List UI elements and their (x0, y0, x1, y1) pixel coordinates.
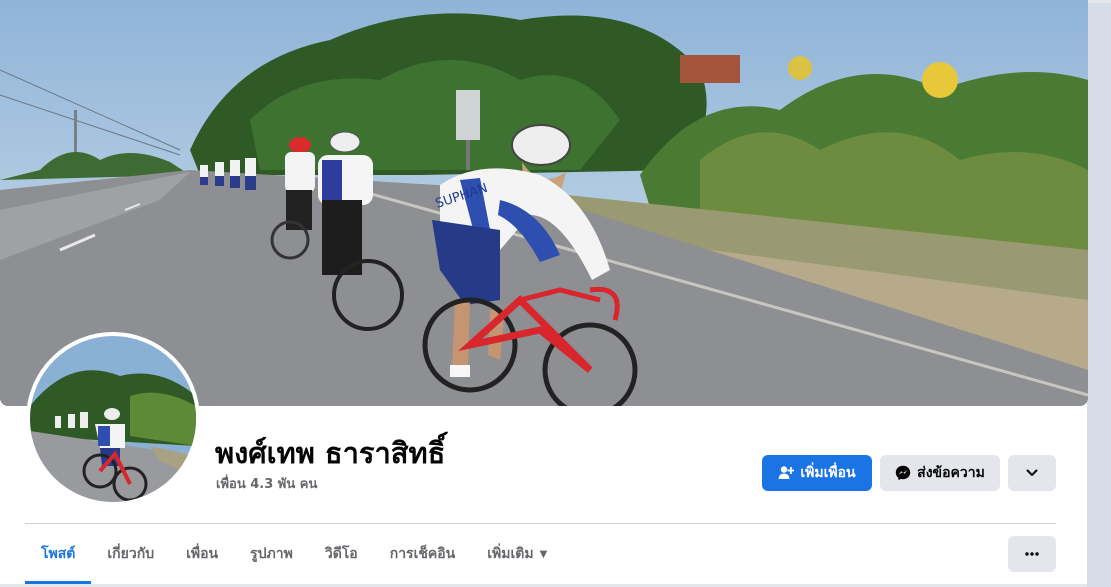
add-friend-icon (778, 466, 795, 479)
tab-options-button[interactable] (1008, 536, 1056, 572)
tab-friends[interactable]: เพื่อน (170, 524, 234, 584)
tab-label: วิดีโอ (324, 546, 358, 562)
chevron-down-icon (1026, 469, 1038, 476)
tab-label: รูปภาพ (250, 546, 293, 562)
avatar-image (30, 336, 196, 502)
cover-photo[interactable]: SUPHAN (0, 0, 1088, 406)
message-label: ส่งข้อความ (917, 465, 985, 481)
tab-photos[interactable]: รูปภาพ (234, 524, 309, 584)
add-friend-label: เพิ่มเพื่อน (800, 465, 856, 481)
profile-tabs: โพสต์ เกี่ยวกับ เพื่อน รูปภาพ วิดีโอ การ… (25, 524, 563, 584)
profile-page: SUPHAN พงศ์เทพ ธาราสิทธิ์ เพื่อน 4.3 พัน… (0, 0, 1111, 587)
add-friend-button[interactable]: เพิ่มเพื่อน (762, 455, 872, 491)
friend-count[interactable]: เพื่อน 4.3 พัน คน (216, 473, 317, 494)
cover-photo-image: SUPHAN (0, 0, 1088, 406)
avatar-photo (30, 336, 196, 502)
profile-name: พงศ์เทพ ธาราสิทธิ์ (215, 436, 446, 470)
tab-label: การเช็คอิน (389, 546, 456, 562)
tab-posts[interactable]: โพสต์ (25, 524, 92, 584)
tab-videos[interactable]: วิดีโอ (309, 524, 374, 584)
tab-label: เพิ่มเติม (487, 546, 534, 562)
messenger-icon (895, 465, 911, 481)
page-scroll-edge (1087, 0, 1111, 587)
tab-about[interactable]: เกี่ยวกับ (91, 524, 170, 584)
tab-more[interactable]: เพิ่มเติม ▼ (471, 524, 563, 584)
more-actions-button[interactable] (1008, 455, 1056, 491)
message-button[interactable]: ส่งข้อความ (880, 455, 1000, 491)
tab-label: เพื่อน (186, 546, 219, 562)
tab-checkins[interactable]: การเช็คอิน (374, 524, 472, 584)
profile-avatar[interactable] (26, 332, 200, 506)
tab-label: โพสต์ (41, 546, 76, 562)
tab-label: เกี่ยวกับ (107, 546, 155, 562)
more-dots-icon (1025, 552, 1039, 556)
caret-down-icon: ▼ (539, 548, 548, 560)
